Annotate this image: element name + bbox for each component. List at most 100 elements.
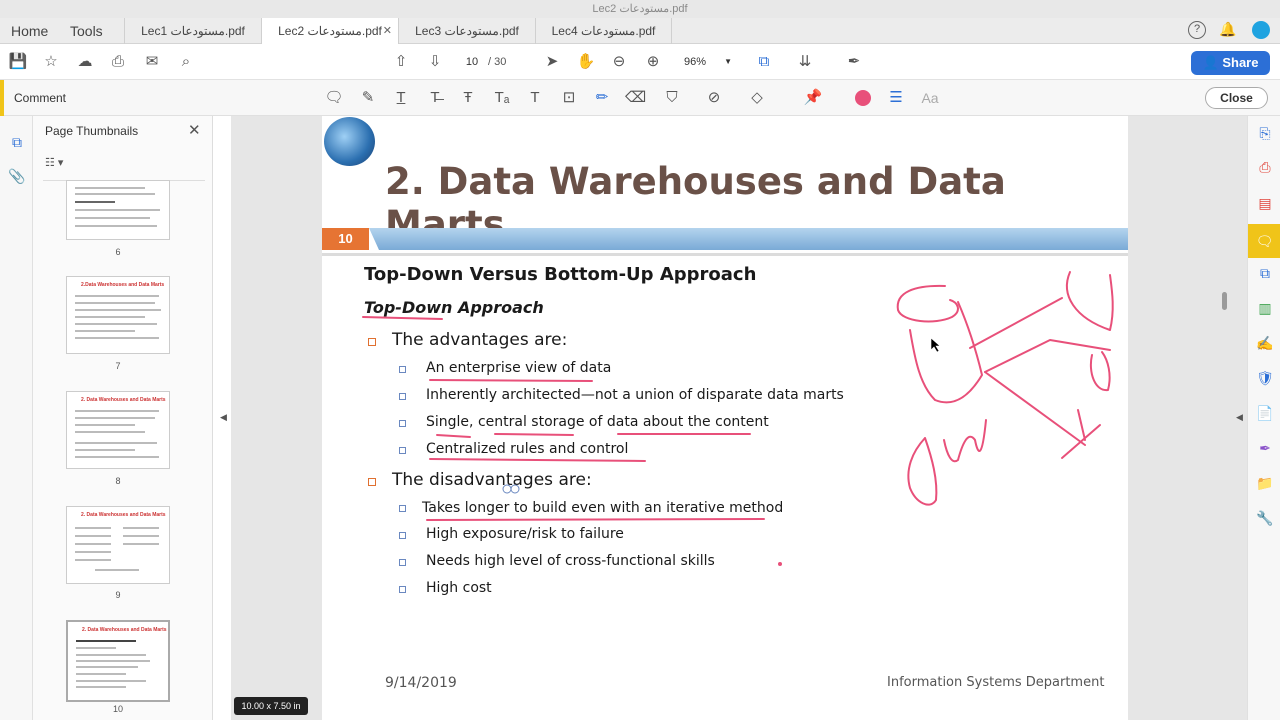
disadvantages-heading: The disadvantages are: [392,470,592,490]
page-number-input[interactable]: 10 [458,53,486,71]
page-down-icon[interactable]: ⇩ [425,52,445,72]
font-size-icon[interactable]: Aa [920,88,940,108]
strikethrough-icon[interactable]: T̶ [425,88,445,108]
close-tab-icon[interactable]: ✕ [383,18,392,44]
slide-header-shadow [322,253,1128,256]
slide-number: 10 [322,228,369,250]
comment-accent [0,80,4,116]
collapse-left-panel-icon[interactable]: ◀ [220,412,227,423]
bullet-square [368,478,376,486]
advantage-item: An enterprise view of data [426,360,612,376]
thumbnail-page-7-number: 7 [115,361,121,371]
tab-lec1-label: Lec1 مستودعات.pdf [141,24,245,38]
thumbnail-page-8[interactable]: 2. Data Warehouses and Data Marts [66,391,170,469]
pin-icon[interactable]: 📌 [803,88,823,108]
zoom-select[interactable]: 96% ▼ [676,53,738,71]
zoom-in-icon[interactable]: ⊕ [643,52,663,72]
tab-bar: Home Tools Lec1 مستودعات.pdf Lec2 مستودع… [0,18,1280,45]
add-text-icon[interactable]: T [525,88,545,108]
tab-lec4[interactable]: Lec4 مستودعات.pdf [535,18,672,44]
left-rail: ⧉ 📎 [0,116,33,720]
hand-icon[interactable]: ✋ [576,52,596,72]
text-box-icon[interactable]: ⊡ [559,88,579,108]
thumbnail-page-9[interactable]: 2. Data Warehouses and Data Marts [66,506,170,584]
thumbnails-title: Page Thumbnails [45,124,139,138]
attach-icon[interactable]: ⊘ [704,88,724,108]
thumbnail-page-9-number: 9 [115,590,121,600]
page-size-indicator: 10.00 x 7.50 in [234,697,308,715]
help-icon[interactable]: ? [1188,21,1206,39]
sign-icon[interactable]: ✒ [844,52,864,72]
underline-text-icon[interactable]: T̲ [391,88,411,108]
right-tools-rail: ⎘ ⎙ ▤ 🗨 ⧉ ▥ ✍ 🛡 📄 ✒ 📁 🔧 [1247,116,1280,720]
protect-icon[interactable]: 🛡 [1256,369,1274,387]
tools-tab[interactable]: Tools [70,18,103,44]
fill-sign-icon[interactable]: ✍ [1256,334,1274,352]
tab-lec1[interactable]: Lec1 مستودعات.pdf [124,18,261,44]
thumbnail-options-icon[interactable]: ☷ ▾ [45,156,63,169]
close-panel-icon[interactable]: ✕ [188,121,201,139]
save-icon[interactable]: 💾 [8,52,28,72]
tab-lec3[interactable]: Lec3 مستودعات.pdf [398,18,535,44]
user-avatar[interactable] [1252,21,1270,39]
tab-lec4-label: Lec4 مستودعات.pdf [551,24,656,38]
attachments-icon[interactable]: 📎 [8,167,26,185]
zoom-value: 96% [684,56,707,68]
page-thumbnails-icon[interactable]: ⧉ [8,133,26,151]
pencil-draw-icon[interactable]: ✏ [592,88,612,108]
thumbnail-page-6[interactable] [66,180,170,240]
pdf-icon[interactable]: 📄 [1256,404,1274,422]
disadvantage-item: Needs high level of cross-functional ski… [426,553,715,569]
organize-pages-icon[interactable]: ▤ [1256,194,1274,212]
thumbnail-page-10[interactable]: 2. Data Warehouses and Data Marts [66,620,170,702]
disadvantage-item: High exposure/risk to failure [426,526,624,542]
email-icon[interactable]: ✉ [142,52,162,72]
color-swatch [855,90,871,106]
notifications-bell-icon[interactable]: 🔔 [1219,21,1236,38]
comment-icon[interactable]: 🗨 [1248,224,1280,258]
print-icon[interactable]: ⎙ [108,52,128,72]
advantage-item: Single, central storage of data about th… [426,414,769,430]
expand-right-panel-icon[interactable]: ◀ [1236,412,1243,423]
slide-footer-department: Information Systems Department [887,675,1105,690]
stamp-icon[interactable]: ⛉ [662,88,682,108]
replace-text-icon[interactable]: Ŧ [458,88,478,108]
home-tab[interactable]: Home [11,18,48,44]
insert-text-icon[interactable]: Tₐ [492,88,512,108]
share-button[interactable]: 👤 Share [1191,51,1270,75]
select-cursor-icon[interactable]: ➤ [542,52,562,72]
slide-header-bar [369,228,1128,250]
disadvantage-item: Takes longer to build even with an itera… [422,500,784,516]
sign-pen-icon[interactable]: ✒ [1256,439,1274,457]
close-button[interactable]: Close [1205,87,1268,109]
bullet-square [368,338,376,346]
tools-icon[interactable]: 🔧 [1256,509,1274,527]
combine-files-icon[interactable]: ⧉ [1256,264,1274,282]
create-pdf-icon[interactable]: ⎙ [1256,158,1274,176]
fit-page-icon[interactable]: ⧉ [754,52,774,72]
bookmark-star-icon[interactable]: ☆ [41,52,61,72]
zoom-out-icon[interactable]: ⊖ [609,52,629,72]
color-picker[interactable] [853,88,873,108]
comment-toolbar: Comment 🗨 ✎ T̲ T̶ Ŧ Tₐ T ⊡ ✏ ⌫ ⛉ ⊘ ◇ 📌 ☰… [0,80,1280,116]
tab-lec2[interactable]: Lec2 مستودعات.pdf ✕ [261,18,398,45]
viewer-scrollbar[interactable] [1222,292,1227,310]
zoom-search-icon[interactable]: ⌕ [176,52,196,72]
page-total: / 30 [488,56,507,68]
page-up-icon[interactable]: ⇧ [391,52,411,72]
send-file-icon[interactable]: 📁 [1256,474,1274,492]
upload-icon[interactable]: ☁ [75,52,95,72]
bullet-small [399,532,406,539]
thumbnail-page-10-number: 10 [112,704,123,714]
shapes-icon[interactable]: ◇ [747,88,767,108]
line-width-icon[interactable]: ☰ [886,88,906,108]
eraser-icon[interactable]: ⌫ [625,88,646,108]
scroll-mode-icon[interactable]: ⇊ [795,52,815,72]
share-label: Share [1222,55,1259,70]
highlight-icon[interactable]: ✎ [358,88,378,108]
edit-pdf-icon[interactable]: ▥ [1256,299,1274,317]
sticky-note-icon[interactable]: 🗨 [324,88,344,108]
export-pdf-icon[interactable]: ⎘ [1256,124,1274,142]
tab-lec3-label: Lec3 مستودعات.pdf [415,24,519,38]
thumbnail-page-7[interactable]: 2.Data Warehouses and Data Marts [66,276,170,354]
